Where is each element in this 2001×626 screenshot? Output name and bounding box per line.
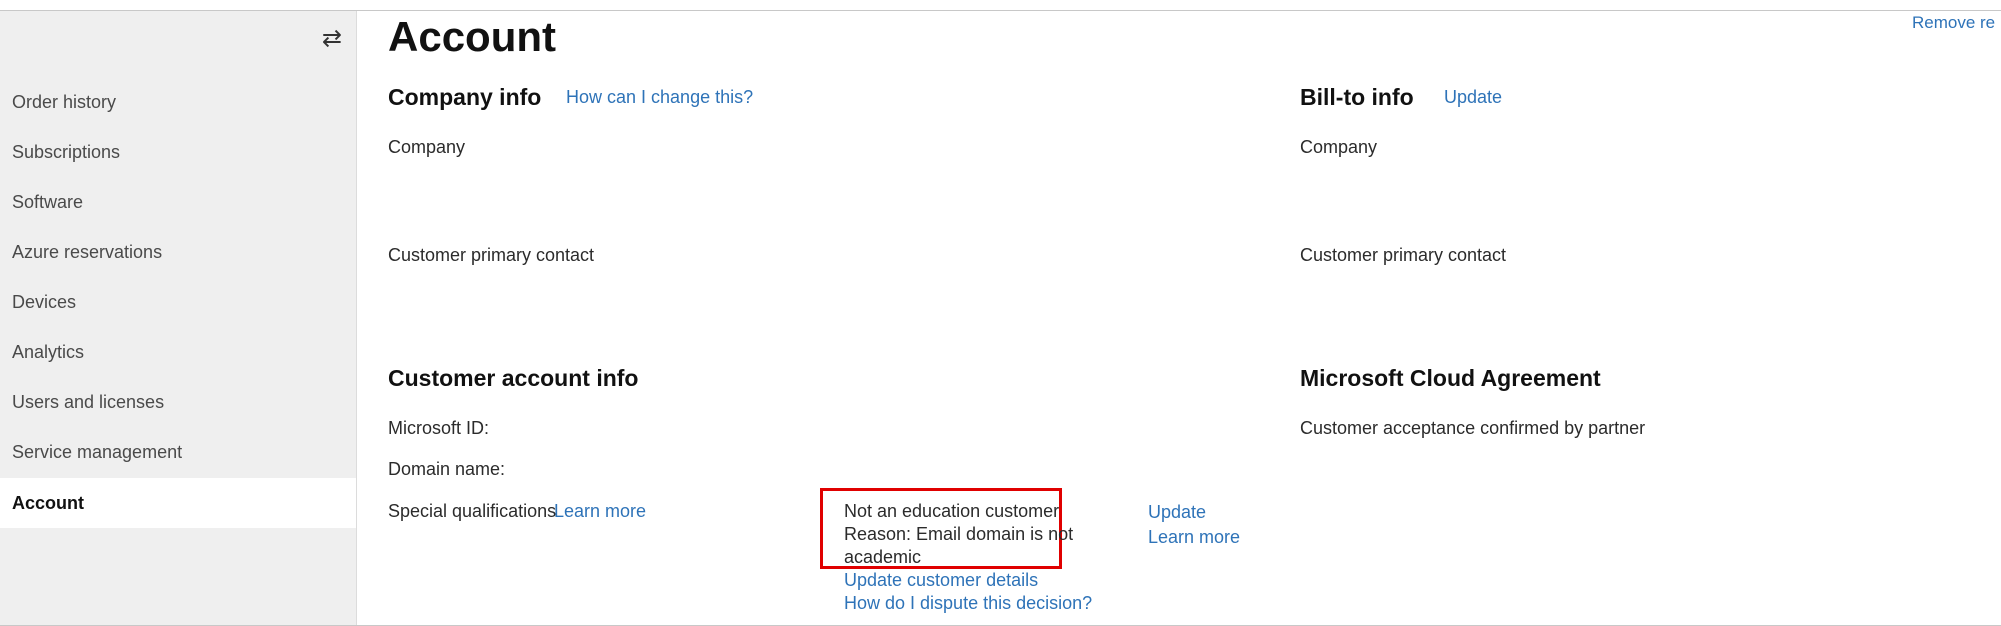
sidebar-item-software[interactable]: Software bbox=[0, 177, 356, 227]
sidebar-item-order-history[interactable]: Order history bbox=[0, 77, 356, 127]
bill-to-update-link[interactable]: Update bbox=[1444, 87, 1502, 108]
sidebar-item-subscriptions[interactable]: Subscriptions bbox=[0, 127, 356, 177]
special-qualifications-learn-more-link[interactable]: Learn more bbox=[554, 501, 646, 522]
special-qualifications-label: Special qualifications bbox=[388, 501, 557, 521]
domain-name-label: Domain name: bbox=[388, 459, 506, 479]
sidebar-item-devices[interactable]: Devices bbox=[0, 277, 356, 327]
customer-primary-contact-label: Customer primary contact bbox=[388, 245, 595, 265]
qualification-status-line3: academic bbox=[844, 547, 922, 567]
microsoft-id-label: Microsoft ID: bbox=[388, 418, 490, 438]
main-content: Account Remove re Company info How can I… bbox=[357, 11, 2001, 626]
dispute-decision-link[interactable]: How do I dispute this decision? bbox=[844, 593, 1092, 614]
sidebar-nav: ⇄ Order history Subscriptions Software A… bbox=[0, 11, 357, 625]
bill-to-info-title: Bill-to info bbox=[1300, 84, 1414, 110]
qualification-learn-more-link[interactable]: Learn more bbox=[1148, 527, 1240, 548]
agreement-status: Customer acceptance confirmed by partner bbox=[1300, 418, 1646, 438]
cloud-agreement-title: Microsoft Cloud Agreement bbox=[1300, 365, 1601, 391]
sidebar-item-account[interactable]: Account bbox=[0, 478, 356, 528]
company-label: Company bbox=[388, 137, 466, 157]
bill-to-contact-label: Customer primary contact bbox=[1300, 245, 1507, 265]
company-info-title: Company info bbox=[388, 84, 542, 110]
sidebar-item-users-and-licenses[interactable]: Users and licenses bbox=[0, 377, 356, 427]
customer-account-info-title: Customer account info bbox=[388, 365, 639, 391]
how-can-i-change-link[interactable]: How can I change this? bbox=[566, 87, 753, 108]
sidebar-item-azure-reservations[interactable]: Azure reservations bbox=[0, 227, 356, 277]
page-title: Account bbox=[388, 13, 556, 60]
remove-link[interactable]: Remove re bbox=[1912, 13, 1995, 33]
swap-arrows-icon[interactable]: ⇄ bbox=[318, 25, 346, 53]
qualification-update-link[interactable]: Update bbox=[1148, 502, 1206, 523]
qualification-status-line1: Not an education customer bbox=[844, 501, 1060, 521]
sidebar-item-service-management[interactable]: Service management bbox=[0, 427, 356, 477]
sidebar-item-analytics[interactable]: Analytics bbox=[0, 327, 356, 377]
bill-to-company-label: Company bbox=[1300, 137, 1378, 157]
qualification-status-line2: Reason: Email domain is not bbox=[844, 524, 1074, 544]
update-customer-details-link[interactable]: Update customer details bbox=[844, 570, 1038, 591]
